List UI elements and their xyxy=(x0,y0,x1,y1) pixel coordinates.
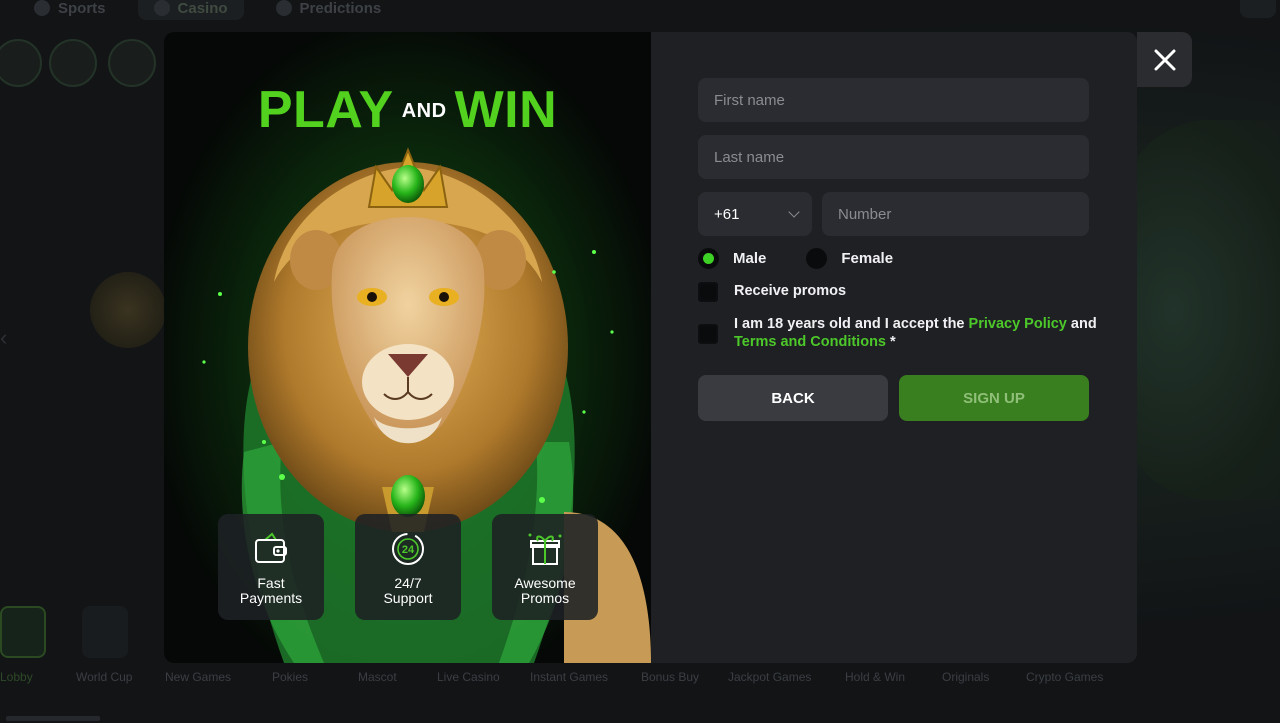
headline-win: WIN xyxy=(454,81,558,139)
required-mark: * xyxy=(886,334,896,350)
terms-conditions-link[interactable]: Terms and Conditions xyxy=(734,334,886,350)
category-live-casino[interactable]: Live Casino xyxy=(437,670,500,684)
category-bonus-buy[interactable]: Bonus Buy xyxy=(641,670,699,684)
gender-female-radio[interactable] xyxy=(806,248,828,269)
feature-fast-payments-line2: Payments xyxy=(239,590,303,606)
carousel-prev-icon[interactable]: ‹ xyxy=(0,325,7,351)
tab-casino-label: Casino xyxy=(177,0,228,17)
lion-badge[interactable] xyxy=(108,39,156,87)
tab-sports-label: Sports xyxy=(58,0,106,17)
gender-female-label[interactable]: Female xyxy=(841,250,893,267)
feature-awesome-promos-line1: Awesome xyxy=(514,575,576,591)
privacy-policy-link[interactable]: Privacy Policy xyxy=(969,316,1067,332)
back-button[interactable]: BACK xyxy=(698,375,888,421)
phone-number-input[interactable] xyxy=(822,192,1089,236)
category-world-cup-icon[interactable] xyxy=(82,606,128,658)
terms-and-text: and xyxy=(1070,316,1097,332)
first-name-field[interactable] xyxy=(698,78,1089,122)
terms-prefix: I am 18 years old and I accept the xyxy=(734,316,965,332)
24-7-support-icon: 24 xyxy=(392,533,424,565)
user-menu-button[interactable] xyxy=(1240,0,1276,18)
category-new-games[interactable]: New Games xyxy=(165,670,231,684)
headline-play: PLAY xyxy=(257,81,394,139)
terms-checkbox[interactable] xyxy=(698,324,718,344)
last-name-input[interactable] xyxy=(698,135,1089,179)
close-modal-button[interactable] xyxy=(1137,32,1192,87)
tab-sports[interactable]: Sports xyxy=(18,0,122,20)
category-lobby[interactable]: Lobby xyxy=(0,670,33,684)
feature-support: 24 24/7 Support xyxy=(355,514,461,620)
banner-coin-image xyxy=(90,272,166,348)
sports-icon xyxy=(34,0,50,16)
sign-up-button[interactable]: SIGN UP xyxy=(899,375,1089,421)
category-hold-win[interactable]: Hold & Win xyxy=(845,670,905,684)
receive-promos-row: Receive promos xyxy=(698,282,846,302)
category-lobby-icon[interactable] xyxy=(0,606,46,658)
country-code-select[interactable]: +61 xyxy=(698,192,812,236)
gender-male-label[interactable]: Male xyxy=(733,250,766,267)
country-code-value: +61 xyxy=(714,205,740,223)
feature-awesome-promos-line2: Promos xyxy=(520,590,570,606)
gender-radio-group: Male Female xyxy=(698,248,893,269)
close-icon xyxy=(1154,49,1175,70)
terms-row: I am 18 years old and I accept the Priva… xyxy=(698,315,1098,351)
category-world-cup[interactable]: World Cup xyxy=(76,670,132,684)
category-originals[interactable]: Originals xyxy=(942,670,989,684)
gender-male-radio[interactable] xyxy=(698,248,719,269)
last-name-field[interactable] xyxy=(698,135,1089,179)
receive-promos-label[interactable]: Receive promos xyxy=(734,282,846,300)
feature-support-line2: Support xyxy=(383,590,433,606)
tab-predictions[interactable]: Predictions xyxy=(260,0,398,20)
tab-casino[interactable]: Casino xyxy=(137,0,244,20)
category-pokies[interactable]: Pokies xyxy=(272,670,308,684)
wallet-icon xyxy=(255,532,287,563)
gift-icon xyxy=(528,533,562,565)
feature-fast-payments-line1: Fast xyxy=(257,575,285,591)
feature-fast-payments: Fast Payments xyxy=(218,514,324,620)
chevron-down-icon xyxy=(788,206,800,218)
headline-and: AND xyxy=(401,100,447,122)
feature-awesome-promos: Awesome Promos xyxy=(492,514,598,620)
category-mascot[interactable]: Mascot xyxy=(358,670,397,684)
category-instant-games[interactable]: Instant Games xyxy=(530,670,608,684)
casino-icon xyxy=(153,0,170,16)
promo-panel: PLAY AND WIN Fast Payments 24 24/7 Suppo… xyxy=(164,32,651,663)
top-nav: Sports Casino Predictions xyxy=(0,0,1280,20)
promo-headline: PLAY AND WIN xyxy=(164,80,651,140)
feature-cards: Fast Payments 24 24/7 Support Awesome Pr… xyxy=(218,514,598,620)
category-labels: Lobby World Cup New Games Pokies Mascot … xyxy=(0,670,1280,684)
crown-badge[interactable] xyxy=(49,39,97,87)
section-divider xyxy=(6,716,100,721)
first-name-input[interactable] xyxy=(698,78,1089,122)
category-crypto-games[interactable]: Crypto Games xyxy=(1026,670,1103,684)
category-jackpot-games[interactable]: Jackpot Games xyxy=(728,670,811,684)
tab-predictions-label: Predictions xyxy=(299,0,382,17)
predictions-icon xyxy=(275,0,292,16)
phone-number-field[interactable] xyxy=(822,192,1089,236)
feature-support-line1: 24/7 xyxy=(394,575,422,591)
receive-promos-checkbox[interactable] xyxy=(698,282,718,302)
terms-label: I am 18 years old and I accept the Priva… xyxy=(734,315,1098,351)
banner-serpent-image xyxy=(1120,120,1280,500)
trophy-badge[interactable] xyxy=(0,39,42,87)
svg-text:24: 24 xyxy=(402,544,415,556)
